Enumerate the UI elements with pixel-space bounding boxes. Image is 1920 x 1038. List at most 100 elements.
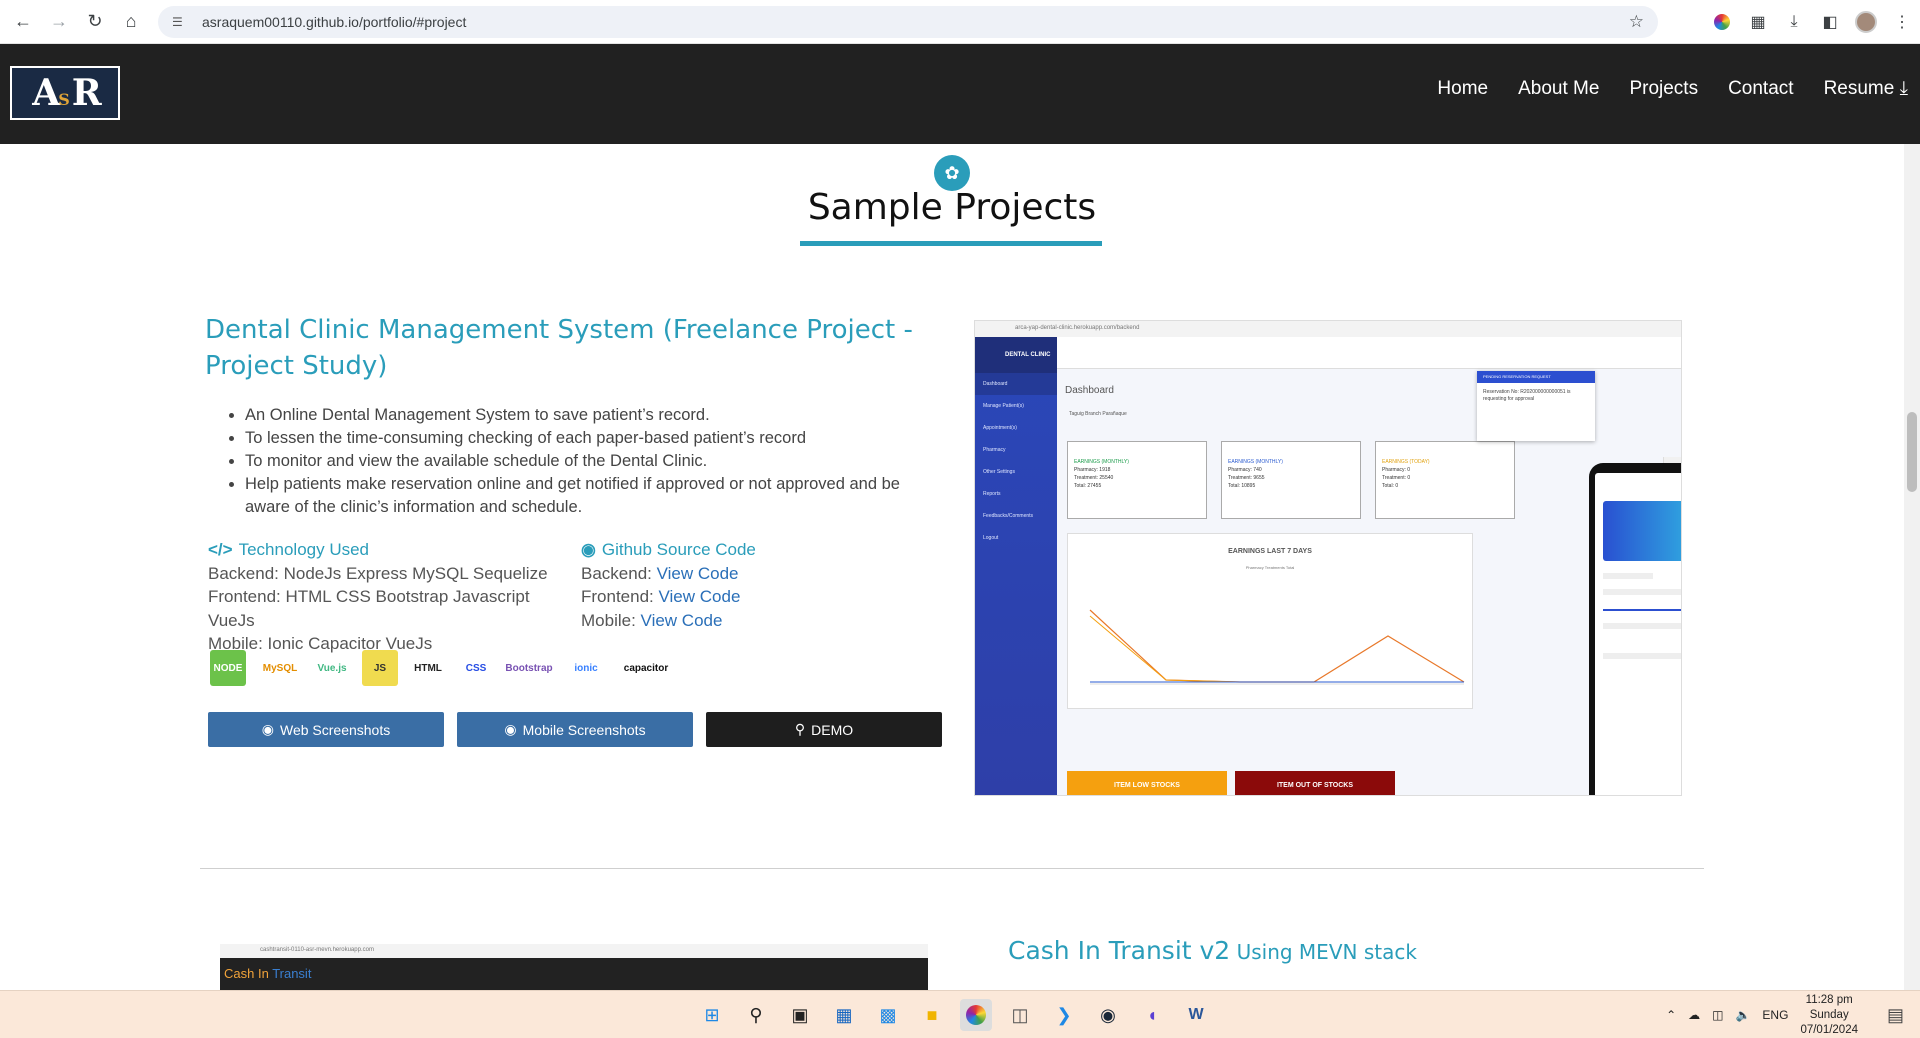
github-icon: ◉ <box>581 540 596 559</box>
code-icon: </> <box>208 540 233 559</box>
card-line: Total: 10895 <box>1228 483 1256 489</box>
word-icon[interactable]: W <box>1180 999 1212 1031</box>
card-line: Pharmacy: 0 <box>1382 467 1411 473</box>
page-scrollbar[interactable] <box>1904 144 1920 990</box>
chrome-icon[interactable] <box>960 999 992 1031</box>
html5-logo: HTML <box>414 662 442 674</box>
mobile-screenshots-button[interactable]: ◉ Mobile Screenshots <box>457 712 693 747</box>
bookmark-star-icon[interactable]: ☆ <box>1629 12 1644 32</box>
windows-start-icon[interactable]: ⊞ <box>696 999 728 1031</box>
volume-icon[interactable]: 🔈 <box>1735 1008 1750 1022</box>
github-heading: ◉ Github Source Code <box>581 540 756 559</box>
site-logo[interactable]: A SR <box>10 66 120 120</box>
widgets-icon[interactable]: ▦ <box>828 999 860 1031</box>
system-tray: ⌃ ☁ ◫ 🔈 ENG 11:28 pm Sunday 07/01/2024 <box>1666 991 1858 1038</box>
camera-icon: ◉ <box>261 721 274 737</box>
tech-logos: NODE MySQL Vue.js JS HTML CSS Bootstrap … <box>210 650 672 686</box>
clock-time: 11:28 pm <box>1805 993 1853 1006</box>
home-icon[interactable]: ⌂ <box>118 9 144 35</box>
nav-about[interactable]: About Me <box>1518 78 1599 100</box>
low-stocks-banner: ITEM LOW STOCKS <box>1067 771 1227 795</box>
nav-contact[interactable]: Contact <box>1728 78 1793 100</box>
task-view-icon[interactable]: ▣ <box>784 999 816 1031</box>
bootstrap-logo: Bootstrap <box>505 662 553 674</box>
chevron-up-icon[interactable]: ⌃ <box>1666 1008 1676 1022</box>
store-icon[interactable]: ▩ <box>872 999 904 1031</box>
steam-icon[interactable]: ◉ <box>1092 999 1124 1031</box>
demo-button[interactable]: ⚲ DEMO <box>706 712 942 747</box>
address-bar[interactable]: ☰ asraquem00110.github.io/portfolio/#pro… <box>158 6 1658 38</box>
tech-used-column: </> Technology Used Backend: NodeJs Expre… <box>208 538 568 656</box>
vscode-icon[interactable]: ❯ <box>1048 999 1080 1031</box>
web-screenshots-button[interactable]: ◉ Web Screenshots <box>208 712 444 747</box>
url-text[interactable]: asraquem00110.github.io/portfolio/#proje… <box>202 14 466 30</box>
reload-icon[interactable]: ↻ <box>82 9 108 35</box>
sidebar-item: Dashboard <box>975 373 1057 395</box>
back-icon[interactable]: ← <box>10 9 36 35</box>
camera-icon: ◉ <box>504 721 517 737</box>
scrollbar-thumb[interactable] <box>1907 412 1917 492</box>
card-line: Pharmacy: 740 <box>1228 467 1262 473</box>
nav-home[interactable]: Home <box>1437 78 1488 100</box>
backend-view-code-link[interactable]: View Code <box>657 564 739 583</box>
color-extension-icon[interactable] <box>1704 14 1740 30</box>
capacitor-logo: capacitor <box>623 662 669 674</box>
card-line: Total: 0 <box>1382 483 1399 489</box>
site-info-icon[interactable]: ☰ <box>172 15 188 29</box>
section-title: Sample Projects <box>807 187 1097 228</box>
download-icon[interactable]: ⤓ <box>1776 13 1812 31</box>
sidebar-item: Manage Patient(s) <box>983 403 1024 409</box>
screenshot-url: cashtransit-0110-asr-mevn.herokuapp.com <box>220 944 928 958</box>
frontend-view-code-link[interactable]: View Code <box>659 587 741 606</box>
earnings-chart: EARNINGS LAST 7 DAYS Pharmacy Treatments… <box>1067 533 1473 709</box>
site-nav: Home About Me Projects Contact Resume ⤓ <box>1437 78 1908 100</box>
phone-mockup <box>1589 463 1681 795</box>
project2-screenshot[interactable]: cashtransit-0110-asr-mevn.herokuapp.com … <box>220 944 928 990</box>
pending-request-popup: PENDING RESERVATION REQUEST Reservation … <box>1477 371 1595 441</box>
mobile-view-code-link[interactable]: View Code <box>641 611 723 630</box>
chart-title: EARNINGS LAST 7 DAYS <box>1228 548 1312 555</box>
language-indicator[interactable]: ENG <box>1762 1008 1788 1022</box>
projects-section-icon: ✿ <box>934 155 970 191</box>
app-icon[interactable]: ◖ <box>1136 999 1168 1031</box>
github-column: ◉ Github Source Code Backend: View Code F… <box>581 538 941 632</box>
search-icon[interactable]: ⚲ <box>740 999 772 1031</box>
nav-resume[interactable]: Resume ⤓ <box>1824 78 1908 100</box>
app-icon[interactable]: ◫ <box>1004 999 1036 1031</box>
sidebar-item: Appointment(s) <box>983 425 1017 431</box>
screenshot-url: arca-yap-dental-clinic.herokuapp.com/bac… <box>975 321 1681 337</box>
card-label: EARNINGS (MONTHLY) <box>1074 459 1129 465</box>
gh-backend-label: Backend: <box>581 563 657 583</box>
project-screenshot[interactable]: arca-yap-dental-clinic.herokuapp.com/bac… <box>974 320 1682 796</box>
profile-avatar[interactable] <box>1848 11 1884 33</box>
nav-projects[interactable]: Projects <box>1629 78 1698 100</box>
tech-heading: </> Technology Used <box>208 540 370 559</box>
search-icon: ⚲ <box>794 721 806 737</box>
download-icon: ⤓ <box>1899 78 1908 99</box>
file-explorer-icon[interactable]: ■ <box>916 999 948 1031</box>
mysql-logo: MySQL <box>262 662 298 674</box>
screenshot-main: Dashboard Taguig Branch Parañaque EARNIN… <box>1057 337 1681 795</box>
javascript-logo: JS <box>362 650 398 686</box>
bullet-item: To monitor and view the available schedu… <box>245 450 945 473</box>
phone-line <box>1603 623 1681 629</box>
screenshot-sidebar: DENTAL CLINIC Dashboard Manage Patient(s… <box>975 337 1057 795</box>
gh-mobile-label: Mobile: <box>581 610 641 630</box>
phone-line <box>1603 573 1653 579</box>
cloud-icon[interactable]: ☁ <box>1688 1008 1700 1022</box>
earnings-card: EARNINGS (MONTHLY) Pharmacy: 740 Treatme… <box>1221 441 1361 519</box>
notifications-icon[interactable]: ▤ <box>1887 1005 1904 1026</box>
forward-icon[interactable]: → <box>46 9 72 35</box>
menu-kebab-icon[interactable]: ⋮ <box>1884 12 1920 32</box>
clock[interactable]: 11:28 pm Sunday 07/01/2024 <box>1800 993 1858 1038</box>
sidebar-item: Other Settings <box>983 469 1015 475</box>
resume-label: Resume <box>1823 78 1895 99</box>
network-icon[interactable]: ◫ <box>1712 1008 1723 1022</box>
clock-date: 07/01/2024 <box>1800 1023 1858 1036</box>
side-panel-icon[interactable]: ◧ <box>1812 12 1848 32</box>
chart-lines <box>1089 609 1465 685</box>
extensions-icon[interactable]: ▦ <box>1740 12 1776 32</box>
tech-backend: Backend: NodeJs Express MySQL Sequelize <box>208 563 548 583</box>
windows-taskbar: ⊞ ⚲ ▣ ▦ ▩ ■ ◫ ❯ ◉ ◖ W ⌃ ☁ ◫ 🔈 ENG 11:28 … <box>0 990 1920 1038</box>
phone-line <box>1603 589 1681 595</box>
